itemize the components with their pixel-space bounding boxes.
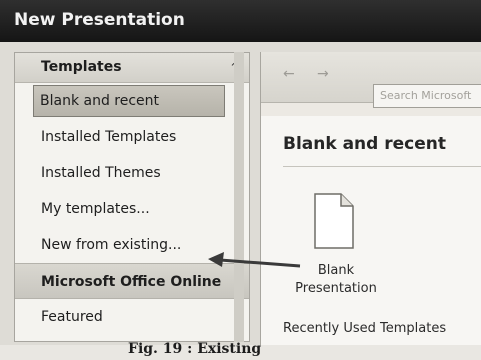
sidebar-item-blank-and-recent[interactable]: Blank and recent [33, 85, 225, 117]
template-categories-panel: Templates ⌃ Blank and recent Installed T… [14, 52, 250, 342]
sidebar-item-installed-themes[interactable]: Installed Themes [15, 155, 249, 191]
figure-caption: Fig. 19 : Existing [128, 341, 262, 357]
blank-document-icon[interactable] [313, 192, 355, 250]
section-heading: Blank and recent [283, 134, 446, 154]
templates-header: Templates [15, 53, 249, 83]
blank-label-line2: Presentation [295, 281, 377, 296]
sidebar-scrollbar[interactable] [234, 52, 244, 342]
navigation-bar: ← → Search Microsoft [261, 52, 481, 108]
new-presentation-dialog: New Presentation Templates ⌃ Blank and r… [0, 0, 481, 345]
search-input[interactable]: Search Microsoft [373, 84, 481, 108]
templates-content-panel: ← → Search Microsoft Blank and recent Bl… [260, 52, 481, 345]
recently-used-heading: Recently Used Templates [283, 321, 447, 336]
back-arrow-icon[interactable]: ← [283, 66, 295, 82]
dialog-title: New Presentation [0, 0, 481, 42]
template-gallery: Blank and recent Blank Presentation Rece… [261, 116, 481, 345]
forward-arrow-icon[interactable]: → [317, 66, 329, 82]
sidebar-item-my-templates[interactable]: My templates... [15, 191, 249, 227]
sidebar-item-featured[interactable]: Featured [15, 299, 249, 335]
section-divider [283, 166, 481, 167]
pointer-arrow-icon [208, 252, 301, 268]
category-list: Blank and recent Installed Templates Ins… [15, 85, 249, 335]
sidebar-item-installed-templates[interactable]: Installed Templates [15, 119, 249, 155]
